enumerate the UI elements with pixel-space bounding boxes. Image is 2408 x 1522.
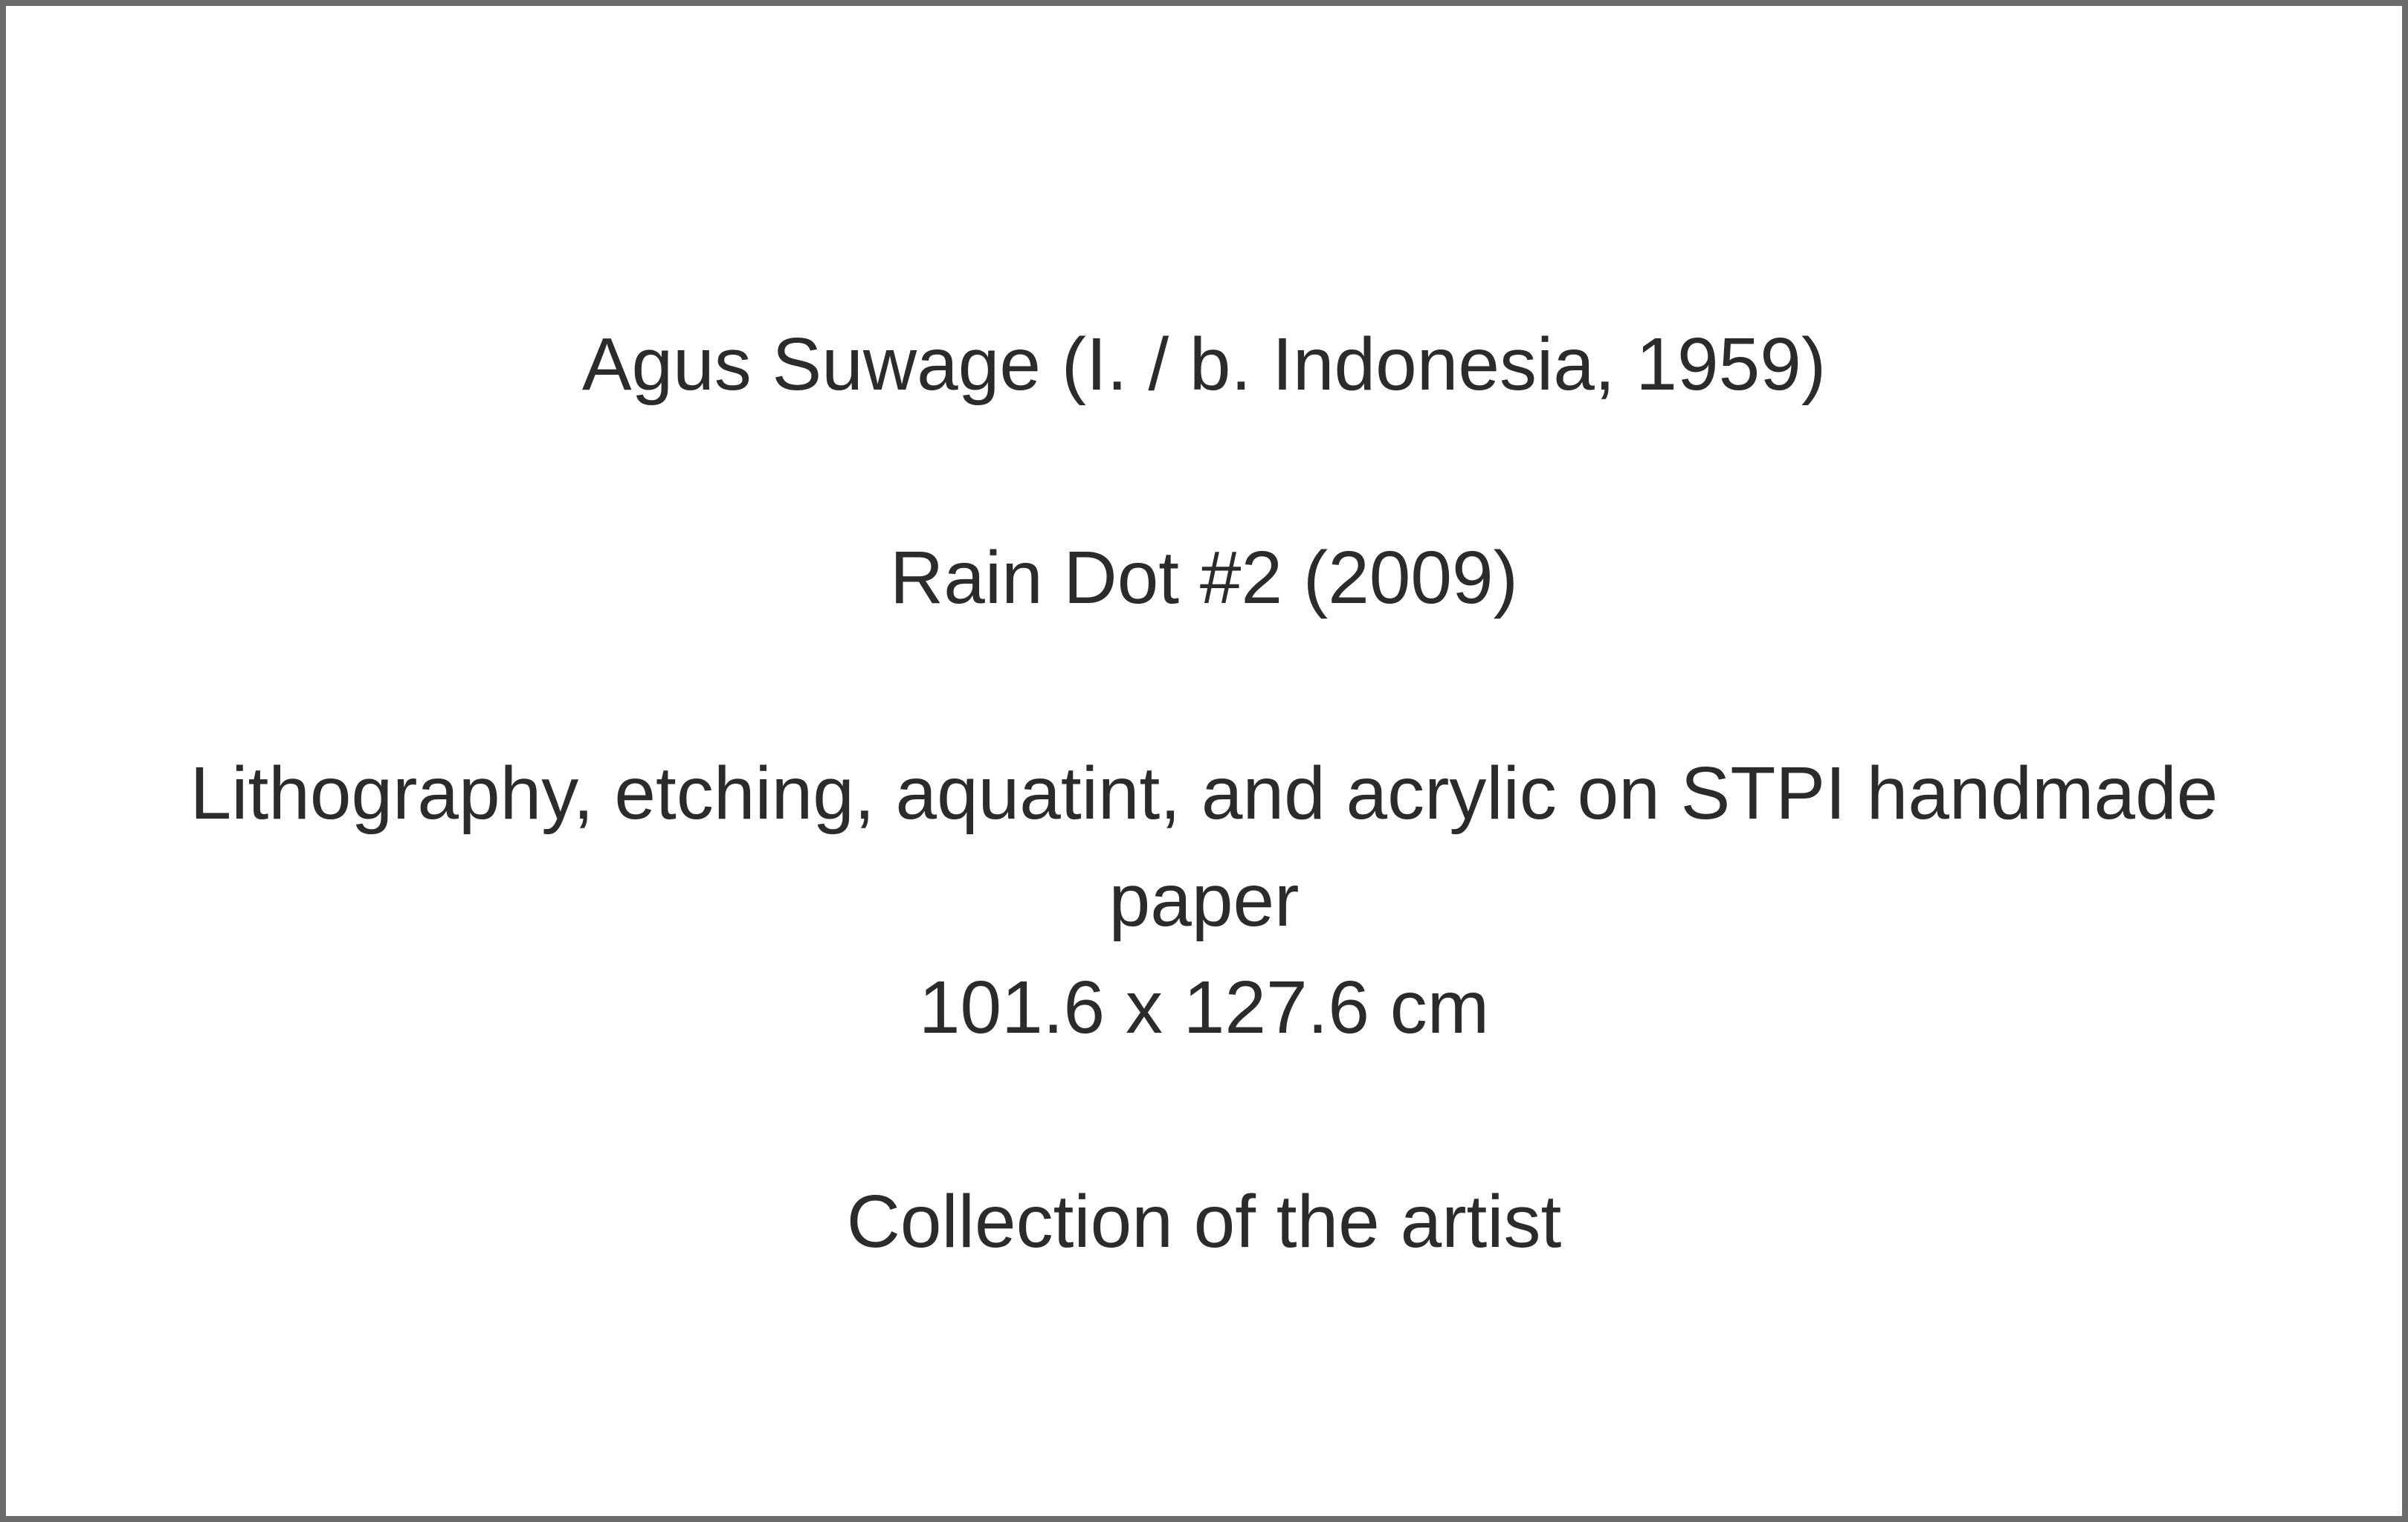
- medium-line-2: paper: [1108, 859, 1300, 942]
- artwork-title-line: Rain Dot #2 (2009): [890, 536, 1518, 619]
- caption-card: Agus Suwage (I. / b. Indonesia, 1959) Ra…: [0, 0, 2408, 1522]
- dimensions-line: 101.6 x 127.6 cm: [918, 966, 1490, 1049]
- medium-line-1: Lithography, etching, aquatint, and acry…: [190, 752, 2218, 835]
- artist-line: Agus Suwage (I. / b. Indonesia, 1959): [581, 323, 1827, 406]
- collection-line: Collection of the artist: [846, 1180, 1562, 1263]
